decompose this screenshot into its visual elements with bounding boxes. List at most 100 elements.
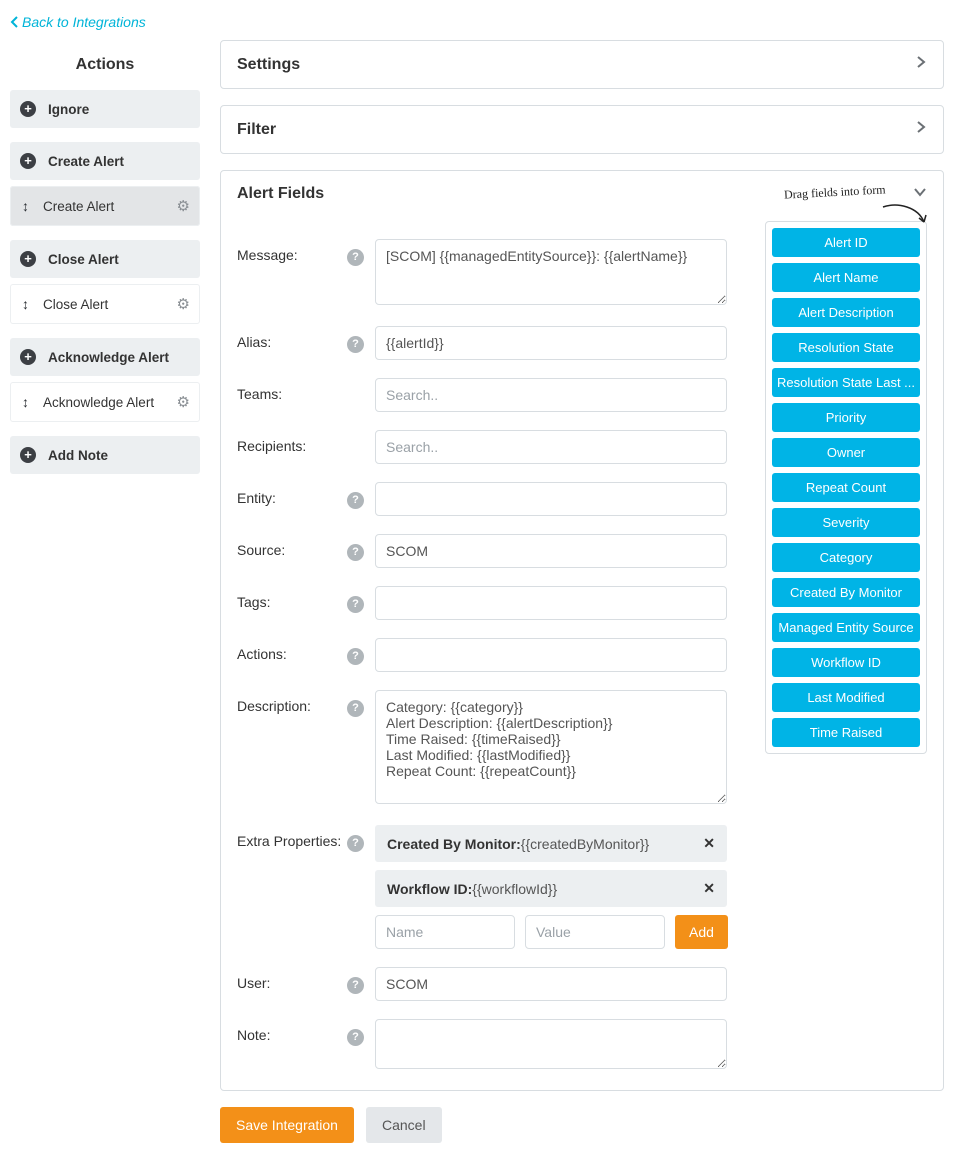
action-item-create-alert[interactable]: Create Alert [10,186,200,226]
field-pill-last-modified[interactable]: Last Modified [772,683,920,712]
arrow-icon [878,202,928,230]
help-icon[interactable]: ? [347,1029,364,1046]
tags-label: Tags: [237,586,347,610]
settings-panel-toggle[interactable]: Settings [221,41,943,88]
alert-fields-form: Message: ? Alias: ? Teams: [237,221,751,1072]
chevron-right-icon [915,55,927,74]
source-input[interactable] [375,534,727,568]
cancel-button[interactable]: Cancel [366,1107,442,1143]
action-group-label: Create Alert [48,154,124,169]
gear-icon[interactable] [177,295,190,313]
help-icon[interactable]: ? [347,544,364,561]
plus-icon [20,349,36,365]
extra-prop-value-input[interactable] [525,915,665,949]
message-input[interactable] [375,239,727,305]
remove-icon[interactable]: ✕ [703,880,715,897]
alert-fields-panel: Alert Fields Message: ? Alias: [220,170,944,1091]
field-pill-repeat-count[interactable]: Repeat Count [772,473,920,502]
extra-prop-key: Created By Monitor: [387,836,521,852]
field-palette: Drag fields into form Alert ID Alert Nam… [765,221,927,754]
plus-icon [20,101,36,117]
action-item-close-alert[interactable]: Close Alert [10,284,200,324]
field-pill-severity[interactable]: Severity [772,508,920,537]
extra-prop-row: Workflow ID: {{workflowId}} ✕ [375,870,727,907]
help-icon[interactable]: ? [347,648,364,665]
help-icon[interactable]: ? [347,835,364,852]
description-input[interactable] [375,690,727,804]
field-pill-resolution-state[interactable]: Resolution State [772,333,920,362]
field-pill-alert-id[interactable]: Alert ID [772,228,920,257]
panel-title: Alert Fields [237,185,324,203]
action-item-label: Acknowledge Alert [43,395,154,410]
action-group-ignore[interactable]: Ignore [10,90,200,128]
extra-prop-name-input[interactable] [375,915,515,949]
recipients-label: Recipients: [237,430,347,454]
panel-title: Filter [237,121,276,139]
field-pill-resolution-state-last[interactable]: Resolution State Last ... [772,368,920,397]
alias-input[interactable] [375,326,727,360]
action-item-ack-alert[interactable]: Acknowledge Alert [10,382,200,422]
gear-icon[interactable] [177,393,190,411]
action-group-ack-alert[interactable]: Acknowledge Alert [10,338,200,376]
action-group-close-alert[interactable]: Close Alert [10,240,200,278]
gear-icon[interactable] [177,197,190,215]
help-icon[interactable]: ? [347,492,364,509]
message-label: Message: [237,239,347,263]
field-pill-owner[interactable]: Owner [772,438,920,467]
settings-panel: Settings [220,40,944,89]
help-icon[interactable]: ? [347,977,364,994]
plus-icon [20,251,36,267]
chevron-right-icon [915,120,927,139]
extra-prop-value: {{createdByMonitor}} [521,836,649,852]
teams-label: Teams: [237,378,347,402]
filter-panel-toggle[interactable]: Filter [221,106,943,153]
entity-label: Entity: [237,482,347,506]
action-group-label: Acknowledge Alert [48,350,169,365]
save-integration-button[interactable]: Save Integration [220,1107,354,1143]
field-pill-category[interactable]: Category [772,543,920,572]
action-item-label: Create Alert [43,199,114,214]
action-group-label: Add Note [48,448,108,463]
description-label: Description: [237,690,347,714]
reorder-icon[interactable] [22,394,29,410]
filter-panel: Filter [220,105,944,154]
extra-prop-key: Workflow ID: [387,881,472,897]
entity-input[interactable] [375,482,727,516]
user-input[interactable] [375,967,727,1001]
actions-label: Actions: [237,638,347,662]
help-icon[interactable]: ? [347,596,364,613]
teams-input[interactable] [375,378,727,412]
field-pill-created-by-monitor[interactable]: Created By Monitor [772,578,920,607]
field-pill-workflow-id[interactable]: Workflow ID [772,648,920,677]
recipients-input[interactable] [375,430,727,464]
remove-icon[interactable]: ✕ [703,835,715,852]
field-pill-time-raised[interactable]: Time Raised [772,718,920,747]
note-input[interactable] [375,1019,727,1069]
actions-sidebar: Actions Ignore Create Alert Create Alert… [10,40,200,488]
action-group-label: Close Alert [48,252,119,267]
panel-title: Settings [237,56,300,74]
reorder-icon[interactable] [22,296,29,312]
extra-prop-row: Created By Monitor: {{createdByMonitor}}… [375,825,727,862]
reorder-icon[interactable] [22,198,29,214]
actions-input[interactable] [375,638,727,672]
field-pill-alert-name[interactable]: Alert Name [772,263,920,292]
help-icon[interactable]: ? [347,336,364,353]
add-extra-prop-button[interactable]: Add [675,915,728,949]
user-label: User: [237,967,347,991]
help-icon[interactable]: ? [347,249,364,266]
back-to-integrations-link[interactable]: Back to Integrations [10,14,146,30]
field-pill-priority[interactable]: Priority [772,403,920,432]
tags-input[interactable] [375,586,727,620]
extra-props-label: Extra Properties: [237,825,347,849]
back-link-text: Back to Integrations [22,14,146,30]
action-group-add-note[interactable]: Add Note [10,436,200,474]
field-pill-alert-description[interactable]: Alert Description [772,298,920,327]
sidebar-title: Actions [10,40,200,90]
main-content: Settings Filter Alert Fields [220,40,944,1167]
field-pill-managed-entity-source[interactable]: Managed Entity Source [772,613,920,642]
action-group-create-alert[interactable]: Create Alert [10,142,200,180]
help-icon[interactable]: ? [347,700,364,717]
alias-label: Alias: [237,326,347,350]
plus-icon [20,153,36,169]
